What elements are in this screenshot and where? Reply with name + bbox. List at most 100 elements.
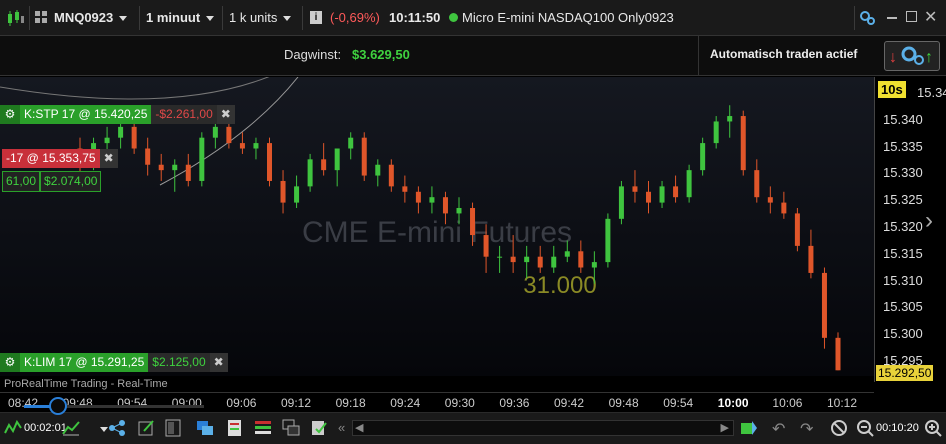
limit-order-gear-icon[interactable]: ⚙ [0, 353, 20, 372]
order-list-icon[interactable] [254, 419, 272, 437]
position-pnl-tag: 61,00 $2.074,00 [2, 171, 102, 192]
redo-icon[interactable]: ↷ [800, 419, 813, 439]
chart-type-icon[interactable] [62, 419, 80, 437]
settings-icon[interactable] [858, 9, 876, 27]
candle-body [158, 164, 164, 171]
candle-body [700, 143, 706, 171]
undo-icon[interactable]: ↶ [772, 419, 785, 439]
stop-order-tag[interactable]: ⚙ K:STP 17 @ 15.420,25 -$2.261,00 ✖ [0, 105, 235, 124]
limit-order-label: K:LIM 17 @ 15.291,25 [20, 353, 149, 372]
time-tick-label: 09:36 [499, 396, 530, 410]
zoom-out-icon[interactable] [856, 419, 874, 437]
time-tick-label: 09:54 [663, 396, 694, 410]
price-chart[interactable]: CME E-mini Futures 31.000 ⚙ K:STP 17 @ 15… [0, 77, 874, 377]
candle-body [524, 256, 530, 263]
candle-body [470, 208, 476, 236]
candle-body [808, 245, 814, 273]
limit-order-pnl: $2.125,00 [148, 353, 210, 372]
stop-order-gear-icon[interactable]: ⚙ [0, 105, 20, 124]
drawing-arc-2 [0, 77, 270, 100]
candle-body [267, 143, 272, 181]
price-tick-label: 15.340 [883, 111, 923, 127]
auto-scroll-icon[interactable] [740, 419, 758, 437]
limit-order-tag[interactable]: ⚙ K:LIM 17 @ 15.291,25 $2.125,00 ✖ [0, 353, 228, 372]
candle-body [348, 137, 354, 149]
auto-trading-label: Automatisch traden actief [710, 47, 858, 61]
chart-type-caret-icon[interactable] [100, 427, 108, 432]
zoom-in-icon[interactable] [924, 419, 942, 437]
candle-body [294, 186, 300, 203]
minimize-icon[interactable] [887, 17, 897, 19]
indicator-icon[interactable] [4, 419, 22, 437]
position-points: 61,00 [2, 171, 41, 192]
timeframe-select[interactable]: 1 minuut [146, 8, 215, 28]
candle-body [361, 137, 367, 176]
chevron-right-icon[interactable]: › [925, 207, 933, 235]
candle-body [740, 116, 746, 171]
candle-body [618, 186, 624, 219]
candle-body [727, 116, 733, 122]
symbol-select[interactable]: MNQ0923 [54, 8, 128, 28]
scroll-left-icon[interactable]: ◀ [355, 421, 363, 434]
summary-header: Dagwinst: $3.629,50 Automatisch traden a… [0, 36, 946, 76]
zoom-reset-icon[interactable] [830, 419, 848, 437]
candle-body [781, 202, 787, 214]
candle-body [551, 256, 557, 268]
price-tick-label: 15.300 [883, 326, 923, 342]
info-icon[interactable]: i [310, 11, 322, 24]
candle-body [212, 126, 218, 138]
candle-body [415, 191, 421, 203]
timeline-start: 00:02:01 [24, 422, 67, 434]
windows-icon[interactable] [282, 419, 300, 437]
candle-body [835, 337, 841, 371]
scroll-right-icon[interactable]: ▶ [721, 421, 729, 434]
price-tick-label: 15.330 [883, 165, 923, 181]
price-tick-label: 15.320 [883, 219, 923, 234]
price-tick-label: 15.345 [917, 85, 946, 100]
candle-body [578, 251, 584, 268]
candle-body [321, 159, 327, 171]
candle-body [280, 180, 286, 203]
candle-body [131, 126, 137, 149]
candlestick-icon[interactable] [6, 9, 26, 27]
candle-body [375, 164, 381, 176]
candle-body [185, 164, 191, 181]
candle-body [456, 208, 462, 214]
layout-icon[interactable] [164, 419, 182, 437]
limit-order-close-icon[interactable]: ✖ [209, 353, 228, 372]
change-percent: (-0,69%) [330, 10, 380, 25]
chart-scrollbar[interactable]: ◀ ▶ [352, 420, 734, 436]
candle-body [172, 164, 178, 171]
live-status-dot [449, 13, 458, 22]
price-axis[interactable]: 10s 15.292,50 › 15.34515.34015.33515.330… [874, 77, 946, 382]
candle-body [754, 170, 760, 198]
price-tick-label: 15.325 [883, 192, 923, 208]
volume-text: 31.000 [523, 272, 596, 299]
position-close-icon[interactable]: ✖ [99, 149, 118, 168]
candle-body [632, 186, 638, 192]
edit-icon[interactable] [138, 419, 156, 437]
auto-trading-button[interactable]: ↓ ↑ [884, 41, 940, 71]
bottom-toolbar: 00:02:01 « ◀ ▶ ↶ ↷ 00:10:20 [0, 397, 946, 444]
alert-icon[interactable] [310, 419, 328, 437]
time-axis[interactable]: 08:42 09:48 09:54 09:00 09:06 09:12 09:18 09:24… [0, 392, 874, 412]
share-icon[interactable] [108, 419, 126, 437]
candle-body [199, 137, 205, 181]
maximize-icon[interactable] [906, 11, 917, 22]
timeline-handle[interactable] [49, 397, 68, 415]
position-tag[interactable]: -17 @ 15.353,75 ✖ [2, 149, 118, 168]
stop-order-close-icon[interactable]: ✖ [216, 105, 235, 124]
auto-trading-icon: ↓ ↑ [889, 46, 933, 66]
chat-icon[interactable] [196, 419, 214, 437]
candle-body [537, 256, 543, 268]
candle-body [686, 170, 692, 198]
price-tick-label: 15.310 [883, 272, 923, 288]
grid-icon[interactable] [34, 10, 48, 24]
svg-text:↑: ↑ [925, 49, 933, 66]
candle-body [442, 197, 448, 214]
report-icon[interactable] [226, 419, 244, 437]
scroll-left-fast-icon[interactable]: « [338, 420, 345, 435]
clock-time: 10:11:50 [389, 10, 441, 25]
close-icon[interactable]: ✕ [924, 7, 937, 27]
units-select[interactable]: 1 k units [229, 8, 292, 28]
